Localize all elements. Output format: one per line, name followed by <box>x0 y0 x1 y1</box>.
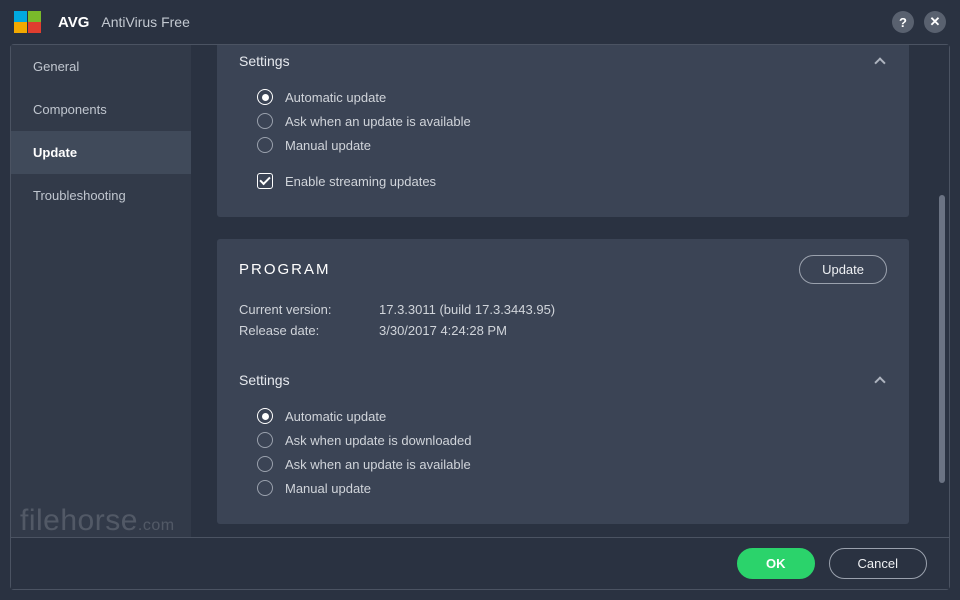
sidebar-item-label: General <box>33 59 79 74</box>
panel-subtitle: Settings <box>239 53 290 69</box>
info-key: Release date: <box>239 323 379 338</box>
option-manual-update[interactable]: Manual update <box>257 137 887 153</box>
panel-program: PROGRAM Update Current version: 17.3.301… <box>217 239 909 524</box>
option-label: Ask when an update is available <box>285 457 471 472</box>
option-label: Ask when an update is available <box>285 114 471 129</box>
brand-name: AVG <box>58 14 89 31</box>
option-label: Enable streaming updates <box>285 174 436 189</box>
sidebar-item-troubleshooting[interactable]: Troubleshooting <box>11 174 191 217</box>
option-ask-when-available[interactable]: Ask when an update is available <box>257 113 887 129</box>
option-program-ask-available[interactable]: Ask when an update is available <box>257 456 887 472</box>
sidebar-item-label: Update <box>33 145 77 160</box>
option-label: Automatic update <box>285 90 386 105</box>
update-button[interactable]: Update <box>799 255 887 284</box>
sidebar-item-label: Components <box>33 102 107 117</box>
info-value: 17.3.3011 (build 17.3.3443.95) <box>379 302 555 317</box>
info-key: Current version: <box>239 302 379 317</box>
checkbox-icon <box>257 173 273 189</box>
scrollbar-thumb[interactable] <box>939 195 945 483</box>
info-row-release-date: Release date: 3/30/2017 4:24:28 PM <box>239 323 887 338</box>
panel-subtitle: Settings <box>239 372 290 388</box>
settings-window: General Components Update Troubleshootin… <box>10 44 950 590</box>
cancel-button[interactable]: Cancel <box>829 548 927 579</box>
chevron-up-icon[interactable] <box>873 373 887 387</box>
panel-definitions-settings: Settings Automatic update Ask when an up… <box>217 45 909 217</box>
radio-icon <box>257 480 273 496</box>
option-label: Ask when update is downloaded <box>285 433 471 448</box>
info-row-version: Current version: 17.3.3011 (build 17.3.3… <box>239 302 887 317</box>
radio-icon <box>257 89 273 105</box>
sidebar-item-label: Troubleshooting <box>33 188 126 203</box>
close-button[interactable]: ✕ <box>924 11 946 33</box>
panel-title: PROGRAM <box>239 261 331 278</box>
help-button[interactable]: ? <box>892 11 914 33</box>
radio-icon <box>257 432 273 448</box>
radio-icon <box>257 456 273 472</box>
option-automatic-update[interactable]: Automatic update <box>257 89 887 105</box>
chevron-up-icon[interactable] <box>873 54 887 68</box>
product-name: AntiVirus Free <box>101 14 189 30</box>
content-area: Settings Automatic update Ask when an up… <box>191 45 935 537</box>
sidebar: General Components Update Troubleshootin… <box>11 45 191 537</box>
titlebar: AVG AntiVirus Free ? ✕ <box>0 0 960 44</box>
help-icon: ? <box>899 15 907 30</box>
option-enable-streaming[interactable]: Enable streaming updates <box>257 173 887 189</box>
avg-logo-icon <box>14 11 48 33</box>
sidebar-item-general[interactable]: General <box>11 45 191 88</box>
ok-button[interactable]: OK <box>737 548 815 579</box>
option-program-ask-downloaded[interactable]: Ask when update is downloaded <box>257 432 887 448</box>
option-label: Automatic update <box>285 409 386 424</box>
radio-icon <box>257 408 273 424</box>
info-value: 3/30/2017 4:24:28 PM <box>379 323 507 338</box>
radio-icon <box>257 113 273 129</box>
option-label: Manual update <box>285 138 371 153</box>
close-icon: ✕ <box>930 14 941 30</box>
sidebar-item-update[interactable]: Update <box>11 131 191 174</box>
footer: OK Cancel <box>11 537 949 589</box>
scrollbar[interactable] <box>939 51 945 531</box>
sidebar-item-components[interactable]: Components <box>11 88 191 131</box>
radio-icon <box>257 137 273 153</box>
option-program-manual[interactable]: Manual update <box>257 480 887 496</box>
option-program-automatic[interactable]: Automatic update <box>257 408 887 424</box>
option-label: Manual update <box>285 481 371 496</box>
